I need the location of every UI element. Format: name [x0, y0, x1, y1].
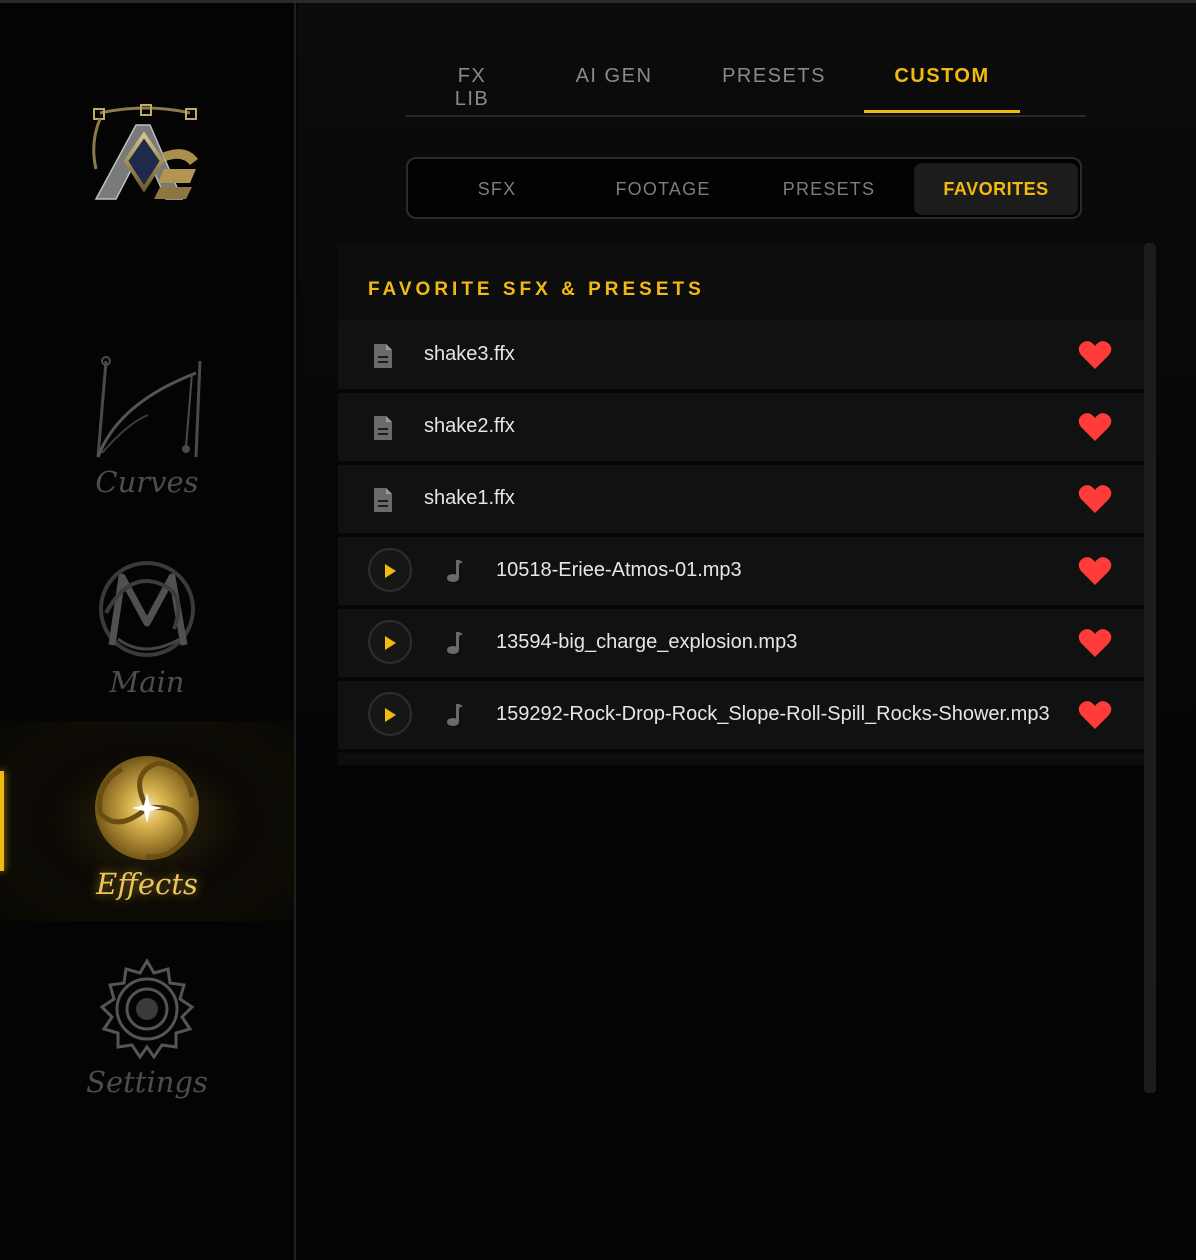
main-monogram-icon — [88, 553, 206, 671]
sub-tab-bar: SFX FOOTAGE PRESETS FAVORITES — [406, 157, 1082, 219]
active-tab-underline — [864, 110, 1020, 113]
heart-icon[interactable] — [1078, 411, 1112, 443]
app-logo — [86, 103, 206, 215]
document-icon — [372, 487, 394, 513]
music-note-icon — [446, 703, 464, 727]
tab-fx-lib[interactable]: FX LIB — [438, 65, 506, 111]
heart-icon[interactable] — [1078, 699, 1112, 731]
play-icon — [385, 636, 396, 650]
document-icon — [372, 343, 394, 369]
file-name: shake2.ffx — [424, 415, 515, 437]
sidebar-item-settings[interactable]: Settings — [0, 955, 294, 1155]
heart-icon[interactable] — [1078, 627, 1112, 659]
music-note-icon — [446, 559, 464, 583]
top-tab-bar: FX LIB AI GEN PRESETS CUSTOM — [406, 53, 1086, 117]
play-icon — [385, 564, 396, 578]
file-name: shake3.ffx — [424, 343, 515, 365]
sidebar-item-label: Effects — [96, 867, 198, 901]
sidebar-item-label: Main — [109, 665, 185, 699]
file-name: 13594-big_charge_explosion.mp3 — [496, 631, 798, 653]
main-panel: FX LIB AI GEN PRESETS CUSTOM SFX FOOTAGE… — [298, 3, 1196, 1260]
tab-custom[interactable]: CUSTOM — [880, 65, 1004, 88]
play-button[interactable] — [368, 692, 412, 736]
subtab-footage[interactable]: FOOTAGE — [580, 163, 746, 215]
scrollbar[interactable] — [1144, 243, 1156, 1093]
app-window: Curves Main Effects Settings FX LIB AI G… — [0, 0, 1196, 1260]
heart-icon[interactable] — [1078, 483, 1112, 515]
document-icon — [372, 415, 394, 441]
file-name: shake1.ffx — [424, 487, 515, 509]
subtab-sfx[interactable]: SFX — [414, 163, 580, 215]
list-item[interactable]: 13594-big_charge_explosion.mp3 — [338, 609, 1144, 681]
play-button[interactable] — [368, 620, 412, 664]
active-nav-indicator — [0, 771, 4, 871]
subtab-presets[interactable]: PRESETS — [746, 163, 912, 215]
sidebar-item-effects[interactable]: Effects — [0, 721, 294, 921]
list-item[interactable]: shake3.ffx — [338, 321, 1144, 393]
sidebar-item-label: Settings — [86, 1065, 208, 1099]
tab-ai-gen[interactable]: AI GEN — [574, 65, 654, 88]
list-item[interactable]: 10518-Eriee-Atmos-01.mp3 — [338, 537, 1144, 609]
heart-icon[interactable] — [1078, 339, 1112, 371]
list-item[interactable]: 159292-Rock-Drop-Rock_Slope-Roll-Spill_R… — [338, 681, 1144, 753]
list-item[interactable]: shake2.ffx — [338, 393, 1144, 465]
file-name: 10518-Eriee-Atmos-01.mp3 — [496, 559, 742, 581]
effects-swirl-icon — [88, 753, 206, 871]
tab-presets[interactable]: PRESETS — [720, 65, 828, 88]
curves-icon — [88, 353, 206, 471]
sidebar-item-curves[interactable]: Curves — [0, 353, 294, 553]
section-title: FAVORITE SFX & PRESETS — [368, 279, 705, 300]
file-name: 159292-Rock-Drop-Rock_Slope-Roll-Spill_R… — [496, 703, 1050, 725]
play-icon — [385, 708, 396, 722]
list-item[interactable]: shake1.ffx — [338, 465, 1144, 537]
sidebar: Curves Main Effects Settings — [0, 3, 296, 1260]
gear-icon — [88, 955, 206, 1073]
music-note-icon — [446, 631, 464, 655]
sidebar-item-label: Curves — [95, 465, 199, 499]
heart-icon[interactable] — [1078, 555, 1112, 587]
subtab-favorites[interactable]: FAVORITES — [914, 163, 1078, 215]
favorites-panel: FAVORITE SFX & PRESETS shake3.ffx shake2… — [338, 245, 1144, 765]
play-button[interactable] — [368, 548, 412, 592]
